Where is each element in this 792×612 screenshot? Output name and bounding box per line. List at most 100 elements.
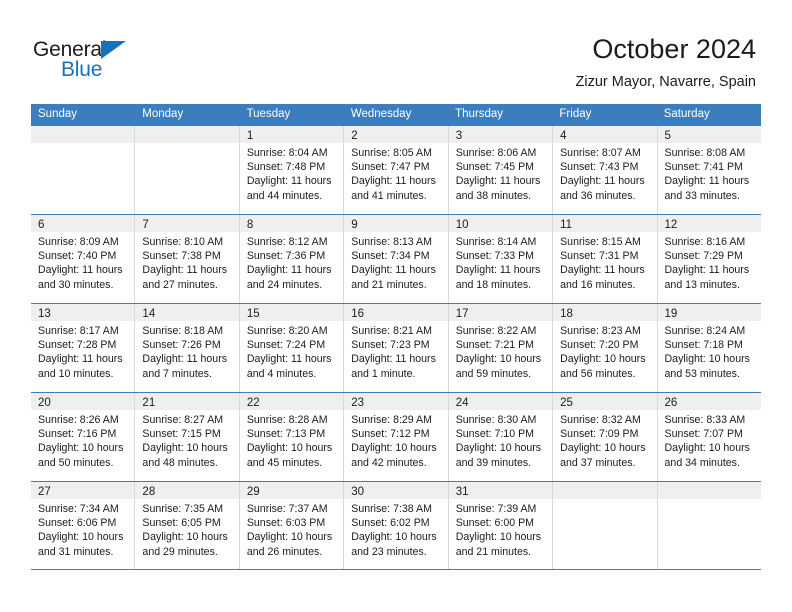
calendar-day-cell[interactable]: 11 Sunrise: 8:15 AM Sunset: 7:31 PM Dayligh…: [553, 215, 658, 303]
day-sun-info: Sunrise: 8:08 AM Sunset: 7:41 PM Daylight:…: [658, 143, 761, 203]
daylight-text: Daylight: 11 hours and 10 minutes.: [38, 353, 123, 380]
day-number-bar: 20: [31, 393, 135, 410]
sunset-text: Sunset: 7:45 PM: [455, 161, 535, 174]
sunset-text: Sunset: 7:20 PM: [560, 339, 639, 352]
sunrise-text: Sunrise: 8:33 AM: [664, 414, 746, 426]
sunrise-text: Sunrise: 8:32 AM: [560, 414, 641, 426]
day-number-bar: 14: [135, 304, 239, 321]
calendar-day-cell[interactable]: 9 Sunrise: 8:13 AM Sunset: 7:34 PM Daylight…: [344, 215, 449, 303]
sunrise-text: Sunrise: 7:34 AM: [38, 503, 119, 515]
daylight-text: Daylight: 10 hours and 39 minutes.: [455, 442, 542, 469]
sunrise-text: Sunrise: 8:10 AM: [142, 236, 224, 248]
day-number-bar: 31: [448, 482, 553, 499]
sunrise-text: Sunrise: 8:23 AM: [560, 325, 641, 337]
calendar-day-cell[interactable]: 29 Sunrise: 7:37 AM Sunset: 6:03 PM Dayligh…: [239, 482, 345, 569]
day-sun-info: Sunrise: 8:21 AM Sunset: 7:23 PM Daylight:…: [344, 321, 447, 381]
calendar-day-cell[interactable]: 16 Sunrise: 8:21 AM Sunset: 7:23 PM Dayligh…: [344, 304, 449, 392]
sunset-text: Sunset: 7:33 PM: [455, 250, 535, 263]
daylight-text: Daylight: 11 hours and 4 minutes.: [246, 353, 332, 380]
sunrise-text: Sunrise: 8:29 AM: [351, 414, 432, 426]
day-sun-info: Sunrise: 7:37 AM Sunset: 6:03 PM Daylight:…: [240, 499, 343, 559]
daylight-text: Daylight: 10 hours and 21 minutes.: [455, 531, 542, 558]
calendar-day-cell-empty: [31, 126, 136, 214]
calendar-day-cell[interactable]: 21 Sunrise: 8:27 AM Sunset: 7:15 PM Dayligh…: [135, 393, 240, 481]
day-number: 25: [560, 397, 573, 409]
calendar-day-cell[interactable]: 10 Sunrise: 8:14 AM Sunset: 7:33 PM Dayligh…: [448, 215, 554, 303]
day-number: 9: [351, 219, 358, 231]
calendar-day-cell[interactable]: 17 Sunrise: 8:22 AM Sunset: 7:21 PM Dayligh…: [448, 304, 554, 392]
calendar-day-cell[interactable]: 14 Sunrise: 8:18 AM Sunset: 7:26 PM Dayligh…: [135, 304, 240, 392]
day-sun-info: Sunrise: 8:05 AM Sunset: 7:47 PM Daylight:…: [344, 143, 447, 203]
weekday-header-saturday: Saturday: [663, 108, 710, 120]
calendar-day-cell[interactable]: 26 Sunrise: 8:33 AM Sunset: 7:07 PM Dayligh…: [657, 393, 761, 481]
sunset-text: Sunset: 7:28 PM: [38, 339, 117, 352]
day-sun-info: Sunrise: 8:27 AM Sunset: 7:15 PM Daylight:…: [135, 410, 238, 470]
sunrise-text: Sunrise: 8:21 AM: [351, 325, 432, 337]
calendar-day-cell[interactable]: 2 Sunrise: 8:05 AM Sunset: 7:47 PM Daylight…: [344, 126, 449, 214]
day-sun-info: Sunrise: 7:38 AM Sunset: 6:02 PM Daylight:…: [344, 499, 447, 559]
daylight-text: Daylight: 10 hours and 23 minutes.: [351, 531, 437, 558]
daylight-text: Daylight: 11 hours and 44 minutes.: [246, 175, 332, 202]
daylight-text: Daylight: 11 hours and 38 minutes.: [455, 175, 541, 202]
calendar-day-cell[interactable]: 31 Sunrise: 7:39 AM Sunset: 6:00 PM Dayligh…: [448, 482, 554, 569]
calendar-day-cell[interactable]: 28 Sunrise: 7:35 AM Sunset: 6:05 PM Dayligh…: [135, 482, 240, 569]
sunset-text: Sunset: 7:48 PM: [246, 161, 326, 174]
calendar-day-cell[interactable]: 18 Sunrise: 8:23 AM Sunset: 7:20 PM Dayligh…: [553, 304, 658, 392]
sunrise-text: Sunrise: 7:37 AM: [246, 503, 328, 515]
calendar-day-cell[interactable]: 3 Sunrise: 8:06 AM Sunset: 7:45 PM Daylight…: [448, 126, 554, 214]
daylight-text: Daylight: 10 hours and 53 minutes.: [664, 353, 750, 380]
day-sun-info: Sunrise: 7:34 AM Sunset: 6:06 PM Daylight:…: [31, 499, 134, 559]
calendar-day-cell[interactable]: 12 Sunrise: 8:16 AM Sunset: 7:29 PM Dayligh…: [657, 215, 761, 303]
calendar-day-cell[interactable]: 25 Sunrise: 8:32 AM Sunset: 7:09 PM Dayligh…: [553, 393, 658, 481]
sunset-text: Sunset: 7:36 PM: [246, 250, 326, 263]
daylight-text: Daylight: 11 hours and 16 minutes.: [560, 264, 645, 291]
day-sun-info: Sunrise: 8:09 AM Sunset: 7:40 PM Daylight:…: [31, 232, 134, 292]
day-sun-info: Sunrise: 8:22 AM Sunset: 7:21 PM Daylight:…: [449, 321, 552, 381]
day-number: 10: [455, 219, 469, 231]
daylight-text: Daylight: 10 hours and 37 minutes.: [560, 442, 646, 469]
logo-triangle-icon: [101, 41, 126, 59]
day-number-bar: 7: [135, 215, 239, 232]
calendar-day-cell[interactable]: 15 Sunrise: 8:20 AM Sunset: 7:24 PM Dayligh…: [239, 304, 345, 392]
calendar-day-cell[interactable]: 20 Sunrise: 8:26 AM Sunset: 7:16 PM Dayligh…: [31, 393, 136, 481]
day-number-bar: 16: [344, 304, 448, 321]
calendar-day-cell[interactable]: 4 Sunrise: 8:07 AM Sunset: 7:43 PM Daylight…: [553, 126, 658, 214]
day-number-bar: 8: [239, 215, 344, 232]
calendar-day-cell[interactable]: 8 Sunrise: 8:12 AM Sunset: 7:36 PM Daylight…: [239, 215, 345, 303]
day-number: 18: [560, 308, 573, 320]
general-blue-logo: General Blue: [33, 38, 153, 86]
day-number: 24: [455, 397, 469, 409]
calendar-day-cell[interactable]: 22 Sunrise: 8:28 AM Sunset: 7:13 PM Dayligh…: [239, 393, 345, 481]
daylight-text: Daylight: 10 hours and 42 minutes.: [351, 442, 437, 469]
day-number: 8: [246, 219, 254, 231]
day-number-bar: 29: [239, 482, 344, 499]
sunrise-text: Sunrise: 8:06 AM: [455, 147, 537, 159]
day-number-bar: 27: [31, 482, 135, 499]
calendar-day-cell[interactable]: 24 Sunrise: 8:30 AM Sunset: 7:10 PM Dayligh…: [448, 393, 554, 481]
sunrise-text: Sunrise: 8:13 AM: [351, 236, 432, 248]
sunrise-text: Sunrise: 8:05 AM: [351, 147, 432, 159]
title-block: October 2024 Zizur Mayor, Navarre, Spain: [575, 33, 756, 92]
calendar-day-cell[interactable]: 23 Sunrise: 8:29 AM Sunset: 7:12 PM Dayligh…: [344, 393, 449, 481]
calendar-day-cell[interactable]: 30 Sunrise: 7:38 AM Sunset: 6:02 PM Dayligh…: [344, 482, 449, 569]
sunset-text: Sunset: 7:13 PM: [246, 428, 326, 441]
calendar-day-cell[interactable]: 5 Sunrise: 8:08 AM Sunset: 7:41 PM Daylight…: [657, 126, 761, 214]
sunrise-text: Sunrise: 8:26 AM: [38, 414, 119, 426]
day-number: 22: [246, 397, 260, 409]
calendar-day-cell[interactable]: 13 Sunrise: 8:17 AM Sunset: 7:28 PM Dayligh…: [31, 304, 136, 392]
sunset-text: Sunset: 7:23 PM: [351, 339, 430, 352]
calendar-day-cell[interactable]: 19 Sunrise: 8:24 AM Sunset: 7:18 PM Dayligh…: [657, 304, 761, 392]
day-number-bar: 12: [657, 215, 761, 232]
sunset-text: Sunset: 6:03 PM: [246, 517, 326, 530]
calendar-day-cell[interactable]: 1 Sunrise: 8:04 AM Sunset: 7:48 PM Daylight…: [239, 126, 345, 214]
sunrise-text: Sunrise: 7:38 AM: [351, 503, 432, 515]
day-sun-info: Sunrise: 8:04 AM Sunset: 7:48 PM Daylight:…: [240, 143, 343, 203]
daylight-text: Daylight: 10 hours and 34 minutes.: [664, 442, 750, 469]
day-number-bar: 6: [31, 215, 135, 232]
calendar-day-cell[interactable]: 7 Sunrise: 8:10 AM Sunset: 7:38 PM Daylight…: [135, 215, 240, 303]
sunset-text: Sunset: 7:10 PM: [455, 428, 535, 441]
day-number-bar: 25: [553, 393, 657, 410]
calendar-day-cell[interactable]: 6 Sunrise: 8:09 AM Sunset: 7:40 PM Daylight…: [31, 215, 136, 303]
daylight-text: Daylight: 11 hours and 1 minute.: [351, 353, 436, 380]
calendar-day-cell[interactable]: 27 Sunrise: 7:34 AM Sunset: 6:06 PM Dayligh…: [31, 482, 136, 569]
